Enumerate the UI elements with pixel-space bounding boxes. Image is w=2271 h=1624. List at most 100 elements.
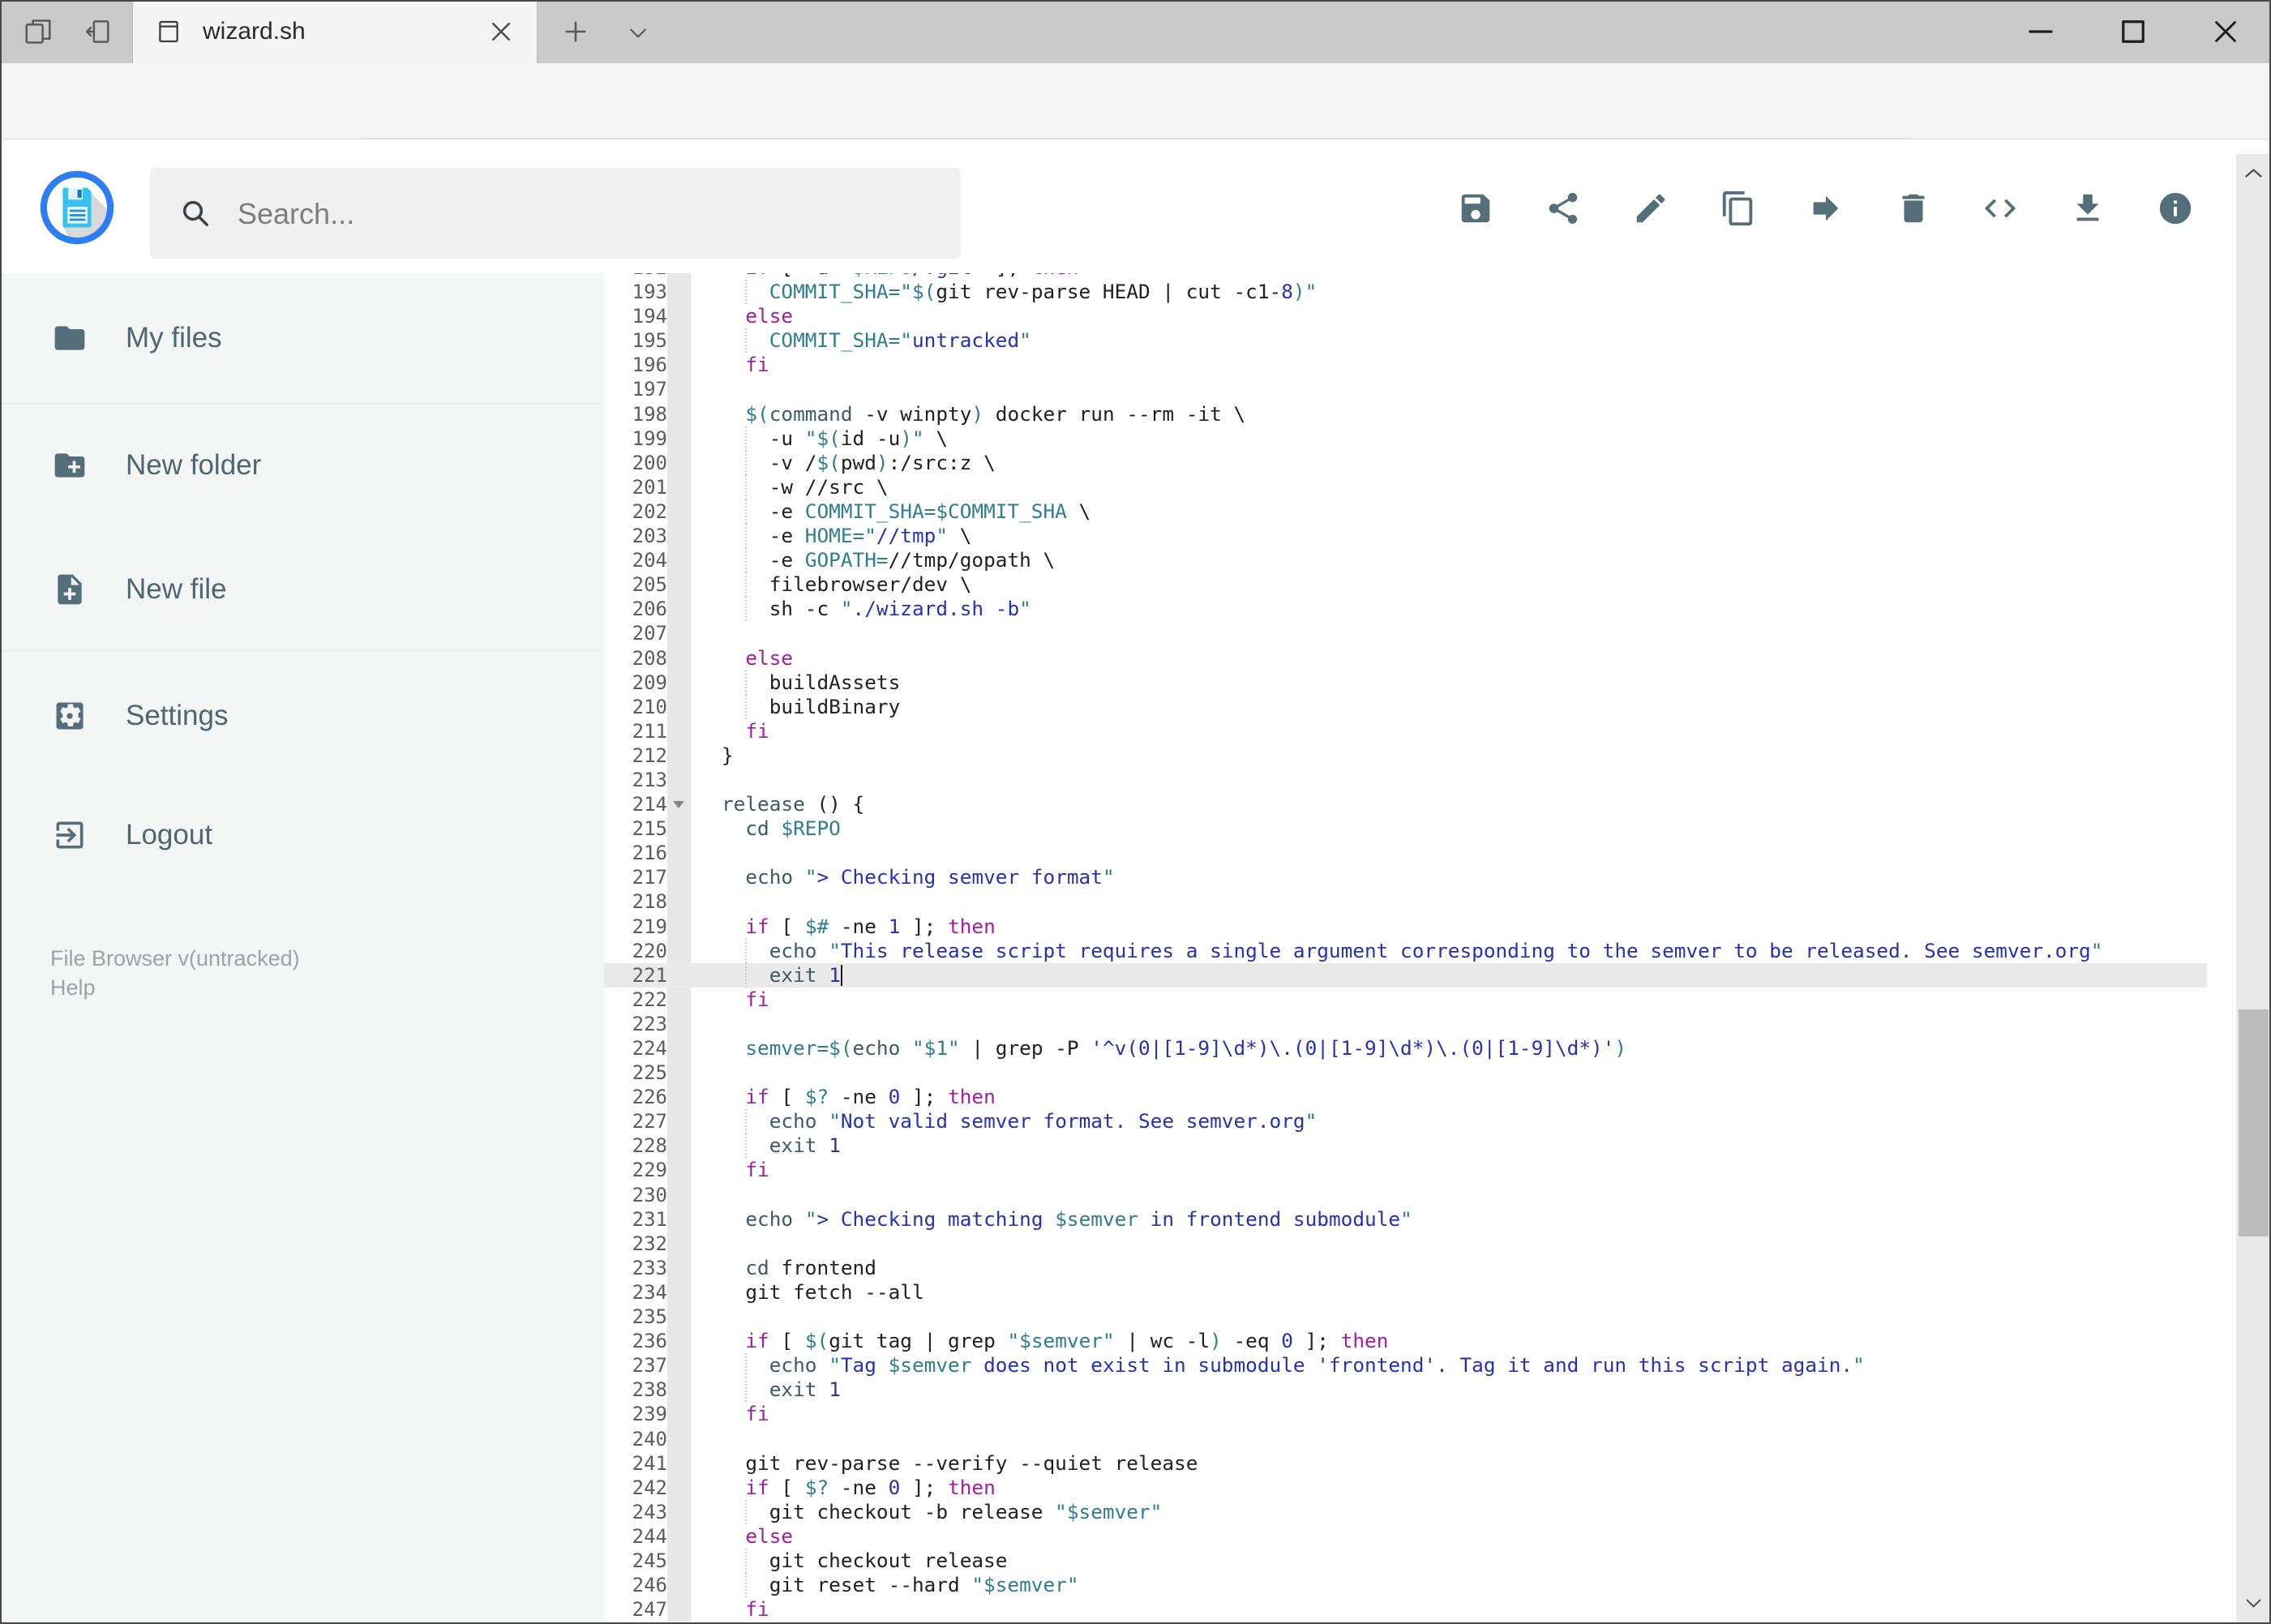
code-line[interactable]: 219 if [ $# -ne 1 ]; then	[604, 914, 2207, 939]
code-line[interactable]: 236 if [ $(git tag | grep "$semver" | wc…	[604, 1329, 2207, 1354]
code-line[interactable]: 225	[604, 1061, 2207, 1086]
tab-close-icon[interactable]	[486, 17, 516, 46]
code-text: else	[745, 304, 794, 328]
code-line[interactable]: 211 fi	[604, 718, 2207, 743]
code-line[interactable]: 203 -e HOME="//tmp" \	[604, 524, 2207, 549]
search-input[interactable]	[236, 168, 936, 260]
code-line[interactable]: 200 -v /$(pwd):/src:z \	[604, 450, 2207, 475]
code-line[interactable]: 227 echo "Not valid semver format. See s…	[604, 1109, 2207, 1134]
page-scrollbar[interactable]	[2236, 154, 2271, 1622]
set-aside-tabs-icon[interactable]	[81, 16, 112, 47]
code-line[interactable]: 216	[604, 841, 2207, 866]
scrollbar-thumb[interactable]	[2239, 1009, 2269, 1236]
code-line[interactable]: 226 if [ $? -ne 0 ]; then	[604, 1085, 2207, 1110]
code-line[interactable]: 233 cd frontend	[604, 1255, 2207, 1280]
code-line[interactable]: 244 else	[604, 1523, 2207, 1549]
code-line[interactable]: 201 -w //src \	[604, 474, 2207, 499]
code-line[interactable]: 220 echo "This release script requires a…	[604, 938, 2207, 963]
code-line[interactable]: 192 if [ -d "$REPO/.git" ]; then	[604, 273, 2207, 281]
editor-button[interactable]	[1982, 190, 2019, 227]
save-button[interactable]	[1457, 190, 1494, 227]
code-line[interactable]: 224 semver=$(echo "$1" | grep -P '^v(0|[…	[604, 1036, 2207, 1061]
code-line[interactable]: 245 git checkout release	[604, 1548, 2207, 1574]
code-text: sh -c "./wizard.sh -b"	[722, 597, 1031, 622]
window-minimize-button[interactable]	[2023, 15, 2059, 49]
code-line[interactable]: 204 -e GOPATH=//tmp/gopath \	[604, 548, 2207, 573]
code-line[interactable]: 242 if [ $? -ne 0 ]; then	[604, 1475, 2207, 1500]
share-button[interactable]	[1545, 190, 1582, 227]
code-line[interactable]: 209 buildAssets	[604, 670, 2207, 695]
code-line[interactable]: 199 -u "$(id -u)" \	[604, 426, 2207, 451]
code-line[interactable]: 202 -e COMMIT_SHA=$COMMIT_SHA \	[604, 499, 2207, 525]
code-line[interactable]: 208 else	[604, 645, 2207, 671]
filebrowser-logo[interactable]	[39, 169, 115, 246]
new-tab-button[interactable]	[561, 17, 590, 46]
download-button[interactable]	[2069, 190, 2106, 227]
fold-marker-icon[interactable]	[673, 801, 684, 809]
code-line[interactable]: 198 $(command -v winpty) docker run --rm…	[604, 401, 2207, 426]
code-line[interactable]: 205 filebrowser/dev \	[604, 572, 2207, 598]
gutter	[667, 938, 691, 963]
code-line[interactable]: 194 else	[604, 304, 2207, 329]
tab-preview-icon[interactable]	[23, 16, 54, 47]
code-line[interactable]: 195 COMMIT_SHA="untracked"	[604, 328, 2207, 354]
delete-button[interactable]	[1895, 190, 1932, 227]
code-line[interactable]: 221 exit 1	[604, 962, 2207, 988]
line-number: 230	[632, 1183, 667, 1206]
code-line[interactable]: 235	[604, 1305, 2207, 1330]
window-close-button[interactable]	[2208, 15, 2243, 49]
line-number: 210	[632, 695, 667, 718]
code-line[interactable]: 230	[604, 1182, 2207, 1207]
code-line[interactable]: 243 git checkout -b release "$semver"	[604, 1499, 2207, 1524]
info-button[interactable]	[2157, 190, 2194, 227]
code-line[interactable]: 241 git rev-parse --verify --quiet relea…	[604, 1450, 2207, 1476]
scroll-down-icon[interactable]	[2243, 1592, 2265, 1614]
code-editor[interactable]: 192 if [ -d "$REPO/.git" ]; then193 COMM…	[604, 273, 2207, 1624]
code-line[interactable]: 214 release () {	[604, 792, 2207, 817]
code-line[interactable]: 228 exit 1	[604, 1133, 2207, 1159]
code-line[interactable]: 218	[604, 889, 2207, 915]
code-line[interactable]: 215 cd $REPO	[604, 816, 2207, 842]
code-line[interactable]: 213	[604, 767, 2207, 793]
code-line[interactable]: 240	[604, 1426, 2207, 1451]
code-line[interactable]: 223	[604, 1011, 2207, 1036]
window-maximize-button[interactable]	[2115, 15, 2151, 49]
code-line[interactable]: 237 echo "Tag $semver does not exist in …	[604, 1353, 2207, 1378]
sidebar-item-new-file[interactable]: New file	[0, 568, 604, 611]
code-line[interactable]: 212}	[604, 743, 2207, 768]
sidebar-item-new-folder[interactable]: New folder	[0, 444, 604, 486]
line-number: 206	[632, 598, 667, 621]
code-line[interactable]: 207	[604, 621, 2207, 646]
sidebar-item-logout[interactable]: Logout	[0, 814, 604, 856]
gutter	[667, 1133, 691, 1159]
code-line[interactable]: 222 fi	[604, 987, 2207, 1012]
code-line[interactable]: 231 echo "> Checking matching $semver in…	[604, 1206, 2207, 1232]
help-link[interactable]: Help	[50, 975, 96, 1001]
code-line[interactable]: 229 fi	[604, 1158, 2207, 1183]
rename-button[interactable]	[1632, 190, 1669, 227]
scroll-up-icon[interactable]	[2243, 162, 2265, 184]
code-line[interactable]: 247 fi	[604, 1597, 2207, 1622]
code-line[interactable]: 246 git reset --hard "$semver"	[604, 1573, 2207, 1598]
code-line[interactable]: 234 git fetch --all	[604, 1279, 2207, 1305]
gutter	[667, 914, 691, 939]
search-box[interactable]	[150, 168, 961, 260]
tab-list-chevron-icon[interactable]	[624, 21, 652, 45]
copy-button[interactable]	[1720, 190, 1757, 227]
browser-tab[interactable]: wizard.sh	[132, 0, 538, 63]
line-number: 237	[632, 1354, 667, 1378]
code-line[interactable]: 232	[604, 1231, 2207, 1256]
code-line[interactable]: 197	[604, 377, 2207, 402]
code-line[interactable]: 193 COMMIT_SHA="$(git rev-parse HEAD | c…	[604, 280, 2207, 305]
code-line[interactable]: 217 echo "> Checking semver format"	[604, 865, 2207, 890]
code-line[interactable]: 206 sh -c "./wizard.sh -b"	[604, 597, 2207, 622]
sidebar-item-settings[interactable]: Settings	[0, 695, 604, 737]
move-button[interactable]	[1807, 190, 1845, 227]
code-line[interactable]: 210 buildBinary	[604, 694, 2207, 719]
code-line[interactable]: 238 exit 1	[604, 1378, 2207, 1403]
sidebar-item-my-files[interactable]: My files	[0, 317, 604, 359]
code-line[interactable]: 239 fi	[604, 1402, 2207, 1427]
code-line[interactable]: 196 fi	[604, 353, 2207, 378]
